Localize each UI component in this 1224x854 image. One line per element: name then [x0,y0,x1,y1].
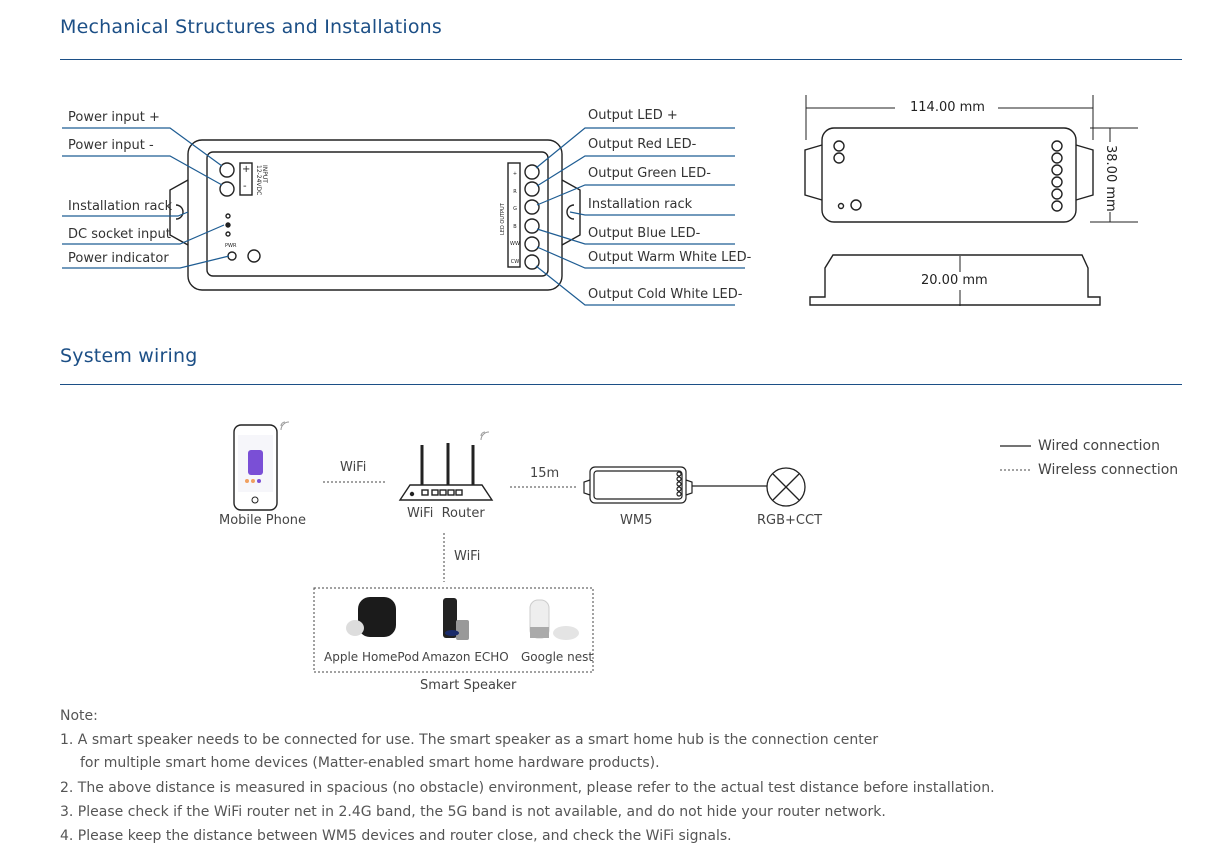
label-google-nest: Google nest [521,650,594,664]
note-item: 2. The above distance is measured in spa… [60,780,995,796]
label-output-warm-white: Output Warm White LED- [588,250,752,265]
label-mobile-phone: Mobile Phone [219,513,307,528]
wifi-signal-icon [280,421,490,441]
label-wifi-phone-router: WiFi [340,460,367,475]
marking-voltage: 12-24VDC [255,165,262,196]
lamp-icon [766,467,806,507]
label-apple-homepod: Apple HomePod [324,650,420,664]
legend-wireless: Wireless connection [1038,462,1179,478]
label-power-input-plus: Power input + [68,110,160,125]
label-amazon-echo: Amazon ECHO [422,650,509,664]
notes-heading: Note: [60,708,98,724]
amazon-echo-icon [443,598,469,640]
terminal-plus: + [512,171,518,177]
label-installation-rack-left: Installation rack [68,199,173,214]
label-installation-rack-right: Installation rack [588,197,693,212]
mobile-phone-icon [233,424,278,511]
label-dc-socket: DC socket input [68,227,171,242]
note-item: for multiple smart home devices (Matter-… [80,755,660,771]
label-power-input-minus: Power input - [68,138,154,153]
label-output-red: Output Red LED- [588,137,697,152]
marking-minus: - [243,181,247,192]
label-output-green: Output Green LED- [588,166,711,181]
note-item: 1. A smart speaker needs to be connected… [60,732,879,748]
terminal-r: R [513,188,517,195]
terminal-ww: WW [510,241,520,247]
dimension-width: 38.00 mm [1103,145,1118,212]
label-wifi-router-speaker: WiFi [454,549,481,564]
note-item: 3. Please check if the WiFi router net i… [60,804,886,820]
terminal-g: G [513,206,517,212]
dimension-height: 20.00 mm [921,273,988,288]
top-view [804,127,1094,223]
label-output-led-plus: Output LED + [588,108,678,123]
marking-pwr: PWR [225,243,237,249]
note-item: 4. Please keep the distance between WM5 … [60,828,732,844]
label-wm5: WM5 [620,513,653,528]
callout-lines [62,127,745,306]
label-smart-speaker: Smart Speaker [420,678,517,693]
marking-plus: + [242,164,251,175]
terminal-b: B [513,223,517,230]
label-output-cold-white: Output Cold White LED- [588,287,743,302]
diagram-drawing [62,95,1138,673]
label-power-indicator: Power indicator [68,251,169,266]
apple-homepod-icon [346,597,396,637]
wm5-controller-icon [583,466,693,504]
terminal-cw: CW [510,258,520,265]
wifi-router-icon [398,443,494,501]
label-rgb-cct: RGB+CCT [757,513,823,528]
label-router: WiFi Router [407,506,485,521]
terminal-labels: + R G B WW CW [510,166,520,271]
label-distance: 15m [530,466,560,481]
marking-input: INPUT [261,165,268,183]
dimension-length: 114.00 mm [910,100,985,115]
marking-led-output: LED OUTPUT [500,203,506,235]
legend-wired: Wired connection [1038,438,1160,454]
label-output-blue: Output Blue LED- [588,226,701,241]
google-nest-icon [529,599,579,640]
